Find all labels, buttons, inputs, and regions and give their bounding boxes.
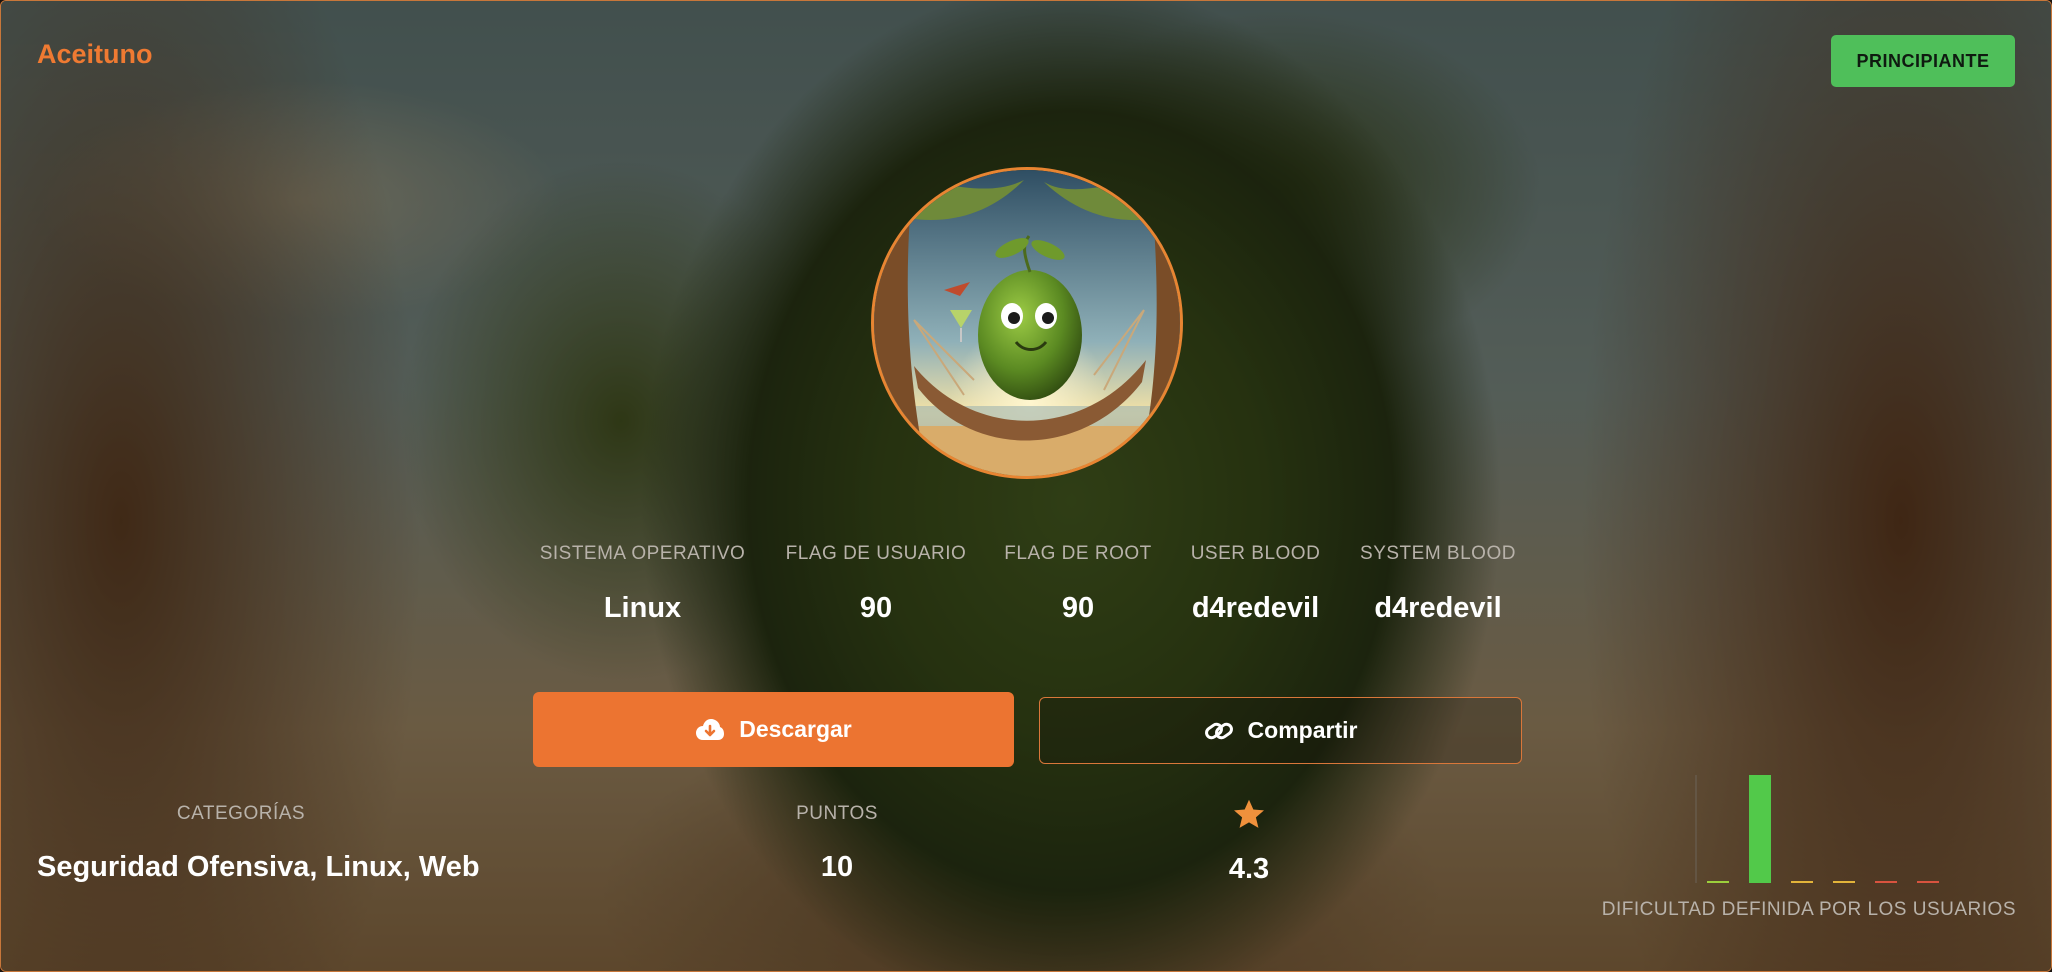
- difficulty-chart-svg: [1695, 775, 1981, 883]
- stat-value: Linux: [603, 592, 682, 624]
- categories-value: Seguridad Ofensiva, Linux, Web: [37, 851, 480, 883]
- difficulty-bar-5: [1875, 881, 1897, 883]
- machine-avatar: [871, 167, 1183, 479]
- stat-label: FLAG DE ROOT: [1004, 543, 1152, 564]
- stat-value: d4redevil: [1191, 592, 1320, 624]
- machine-name: Aceituno: [37, 39, 153, 69]
- stat-operating-system: SISTEMA OPERATIVO Linux: [531, 541, 754, 625]
- machine-card: Aceituno PRINCIPIANTE SISTEMA OPERATIVO …: [0, 0, 2052, 972]
- categories-label: CATEGORÍAS: [176, 803, 306, 824]
- stat-root-flag: FLAG DE ROOT 90: [998, 541, 1158, 625]
- stat-value: 90: [1061, 592, 1095, 624]
- stat-label: SYSTEM BLOOD: [1360, 543, 1516, 564]
- difficulty-bar-4: [1833, 881, 1855, 883]
- olive-hammock-illustration: [874, 170, 1180, 476]
- stat-user-blood: USER BLOOD d4redevil: [1158, 541, 1353, 625]
- download-button[interactable]: Descargar: [533, 692, 1014, 767]
- stat-user-flag: FLAG DE USUARIO 90: [754, 541, 998, 625]
- rating-value: 4.3: [1228, 853, 1270, 885]
- machine-stats: SISTEMA OPERATIVO Linux FLAG DE USUARIO …: [531, 541, 1523, 625]
- points-value: 10: [820, 851, 854, 883]
- stat-system-blood: SYSTEM BLOOD d4redevil: [1353, 541, 1523, 625]
- difficulty-bar-2: [1749, 775, 1771, 883]
- share-button[interactable]: Compartir: [1039, 697, 1522, 764]
- star-icon: [1231, 797, 1267, 833]
- stat-label: SISTEMA OPERATIVO: [539, 543, 746, 564]
- difficulty-badge[interactable]: PRINCIPIANTE: [1831, 35, 2015, 87]
- stat-label: USER BLOOD: [1190, 543, 1321, 564]
- link-icon: [1204, 718, 1234, 744]
- stat-value: d4redevil: [1374, 592, 1502, 624]
- download-button-label: Descargar: [739, 716, 852, 742]
- stat-value: 90: [859, 592, 893, 624]
- difficulty-chart: [1693, 771, 1981, 887]
- difficulty-bar-3: [1791, 881, 1813, 883]
- cloud-download-icon: [695, 718, 725, 742]
- share-button-label: Compartir: [1247, 717, 1358, 743]
- points-label: PUNTOS: [796, 803, 878, 824]
- difficulty-chart-caption: DIFICULTAD DEFINIDA POR LOS USUARIOS: [1601, 899, 2016, 920]
- stat-label: FLAG DE USUARIO: [785, 543, 967, 564]
- difficulty-bar-6: [1917, 881, 1939, 883]
- difficulty-bar-1: [1707, 881, 1729, 883]
